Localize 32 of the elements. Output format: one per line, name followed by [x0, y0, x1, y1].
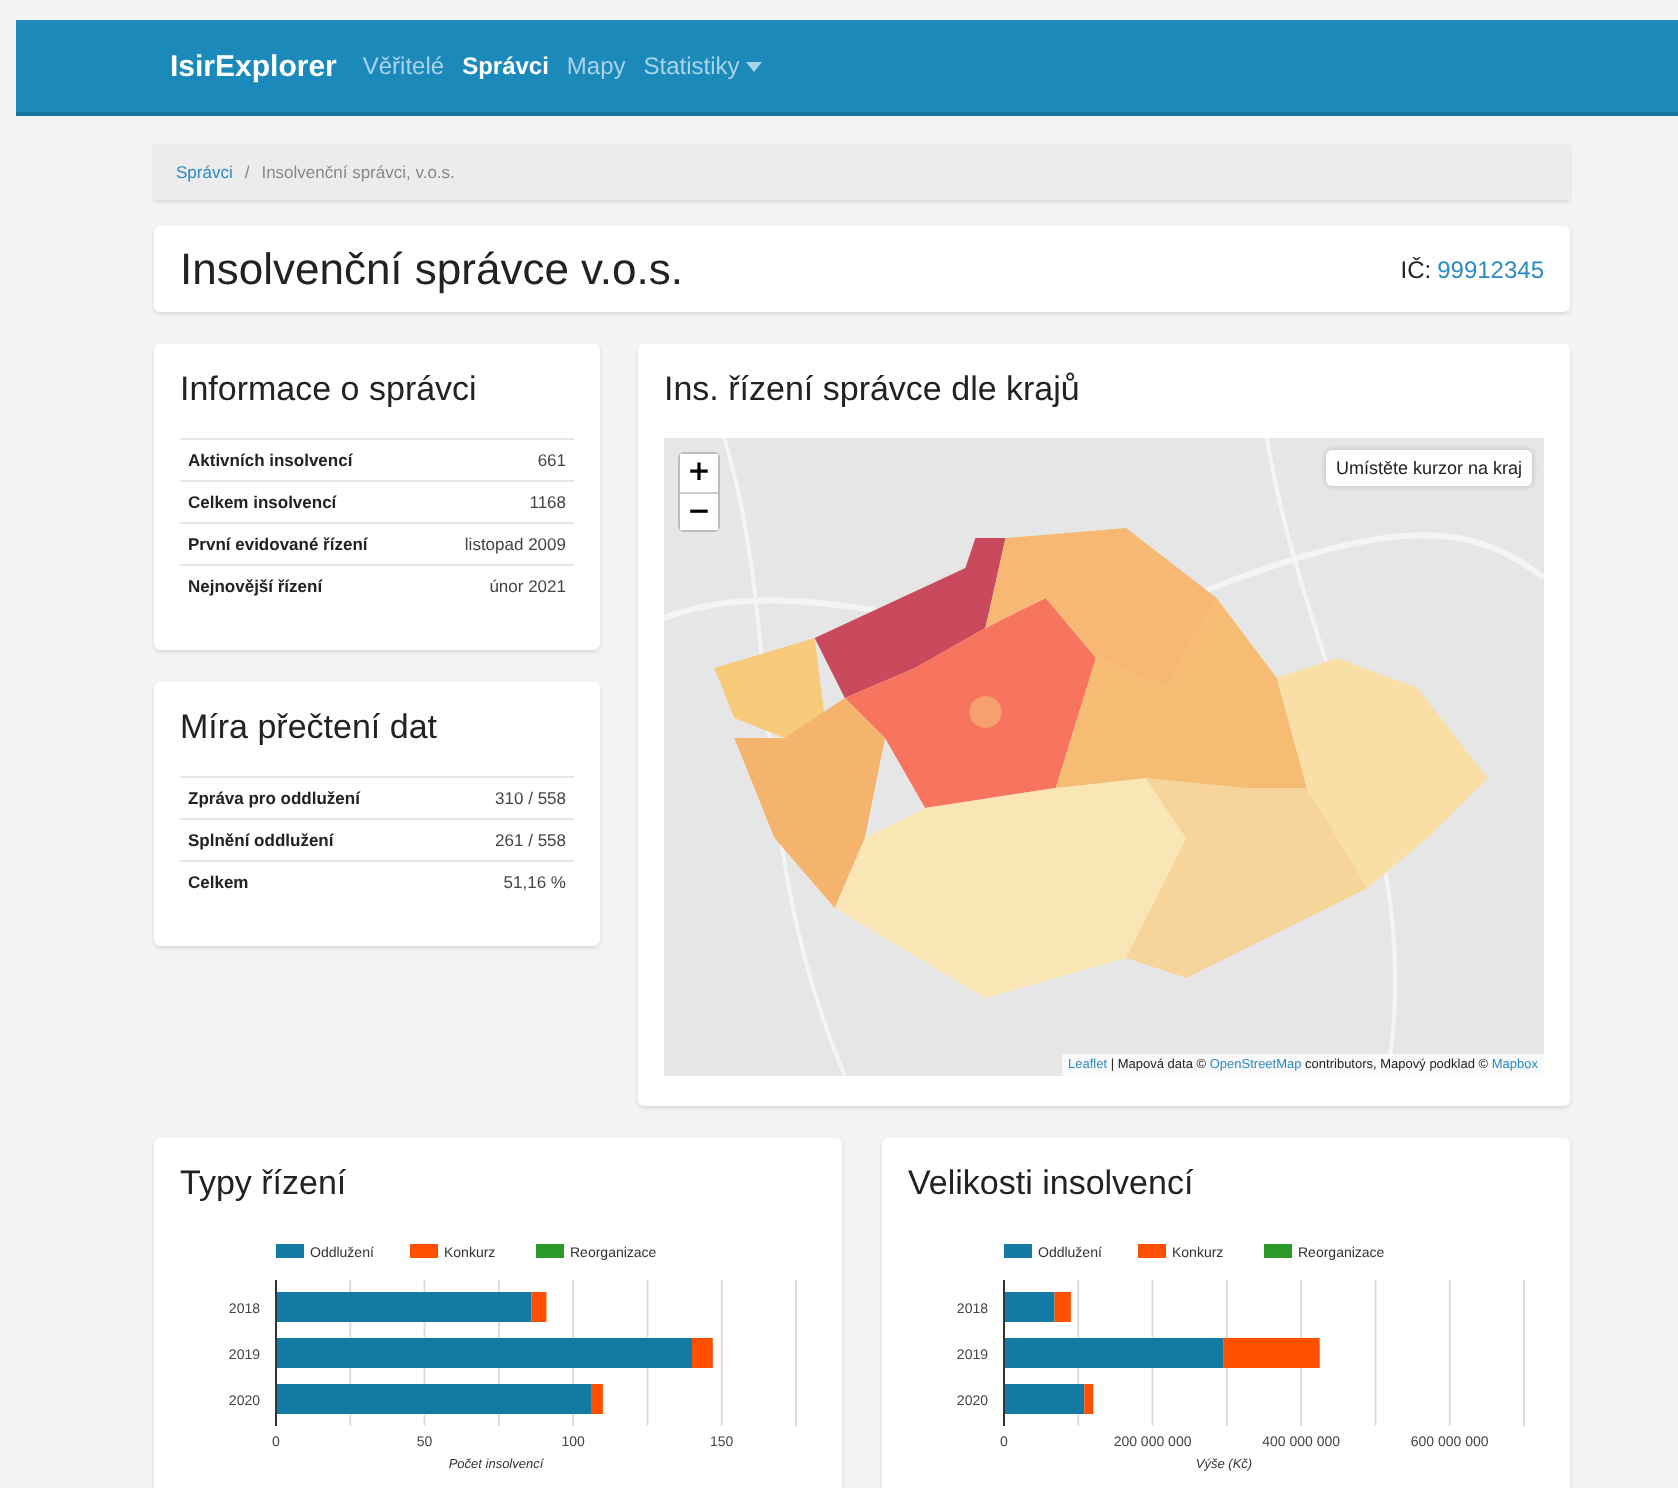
- table-cell: Splnění oddlužení: [180, 819, 450, 861]
- table-cell: listopad 2009: [426, 523, 574, 565]
- nav-link[interactable]: Správci: [462, 52, 549, 80]
- nav-link[interactable]: Mapy: [566, 52, 626, 80]
- nav-link[interactable]: Věřitelé: [362, 52, 445, 80]
- id-label: IČ:: [1400, 255, 1432, 283]
- page-title: Insolvenční správce v.o.s.: [180, 243, 683, 295]
- nav-link[interactable]: Statistiky: [643, 52, 762, 80]
- table-cell: 310 / 558: [449, 777, 574, 819]
- map-hint: Umístěte kurzor na kraj: [1325, 450, 1532, 486]
- zoom-out-button[interactable]: −: [680, 492, 718, 530]
- table-cell: Celkem: [180, 861, 450, 902]
- table-cell: únor 2021: [426, 565, 574, 606]
- card-title: Velikosti insolvencí: [908, 1164, 1196, 1204]
- table-cell: Celkem insolvencí: [180, 481, 427, 523]
- table-cell: Aktivních insolvencí: [180, 439, 427, 481]
- table-cell: 51,16 %: [449, 861, 574, 902]
- brand-link[interactable]: IsirExplorer: [170, 49, 337, 83]
- table-cell: Zpráva pro oddlužení: [180, 777, 450, 819]
- card-title: Informace o správci: [180, 370, 479, 410]
- table-cell: První evidované řízení: [180, 523, 427, 565]
- card-title: Míra přečtení dat: [180, 708, 440, 748]
- breadcrumb-current: Insolvenční správci, v.o.s.: [261, 162, 455, 182]
- id-link[interactable]: 99912345: [1437, 255, 1544, 283]
- breadcrumb-separator: /: [244, 162, 250, 182]
- breadcrumb-link[interactable]: Správci: [176, 162, 233, 182]
- table-cell: 1168: [426, 481, 574, 523]
- card-title: Typy řízení: [180, 1164, 349, 1204]
- table-cell: 661: [426, 439, 574, 481]
- table-cell: Nejnovější řízení: [180, 565, 427, 606]
- table-cell: 261 / 558: [449, 819, 574, 861]
- card-title: Ins. řízení správce dle krajů: [664, 370, 1082, 410]
